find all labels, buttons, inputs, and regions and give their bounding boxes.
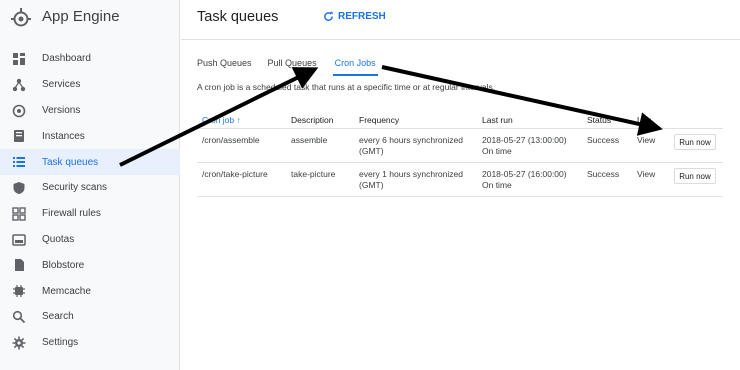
column-header-last-run: Last run — [482, 115, 513, 125]
sidebar-item-label: Instances — [42, 130, 85, 142]
column-header-description: Description — [291, 115, 334, 125]
sidebar-item-task-queues[interactable]: Task queues — [0, 149, 180, 175]
view-log-link[interactable]: View — [637, 135, 655, 146]
sidebar-item-memcache[interactable]: Memcache — [0, 278, 180, 304]
tab-push-queues[interactable]: Push Queues — [197, 58, 252, 76]
sidebar-item-label: Search — [42, 311, 74, 323]
task-queues-icon — [13, 157, 25, 168]
sidebar-item-quotas[interactable]: Quotas — [0, 227, 180, 253]
dashboard-icon — [13, 53, 25, 65]
page-title: Task queues — [197, 9, 279, 25]
sidebar-item-instances[interactable]: Instances — [0, 123, 180, 149]
sidebar-item-security-scans[interactable]: Security scans — [0, 175, 180, 201]
queue-tabs: Push Queues Pull Queues Cron Jobs — [197, 58, 394, 76]
versions-icon — [12, 104, 26, 117]
sidebar-item-firewall-rules[interactable]: Firewall rules — [0, 201, 180, 227]
sidebar-item-blobstore[interactable]: Blobstore — [0, 252, 180, 278]
sidebar-item-label: Quotas — [42, 233, 75, 245]
page-header: Task queues REFRESH — [181, 0, 740, 40]
tab-cron-jobs[interactable]: Cron Jobs — [332, 58, 378, 76]
cron-job-path: /cron/assemble — [202, 135, 260, 145]
sidebar-item-dashboard[interactable]: Dashboard — [0, 46, 180, 72]
sidebar-item-label: Services — [42, 79, 81, 91]
refresh-button[interactable]: REFRESH — [323, 11, 386, 22]
run-now-button[interactable]: Run now — [674, 134, 716, 150]
quotas-icon — [12, 233, 26, 246]
column-header-status: Status — [587, 115, 612, 125]
table-row: /cron/assemble assemble every 6 hours sy… — [197, 129, 723, 163]
refresh-label: REFRESH — [338, 11, 386, 22]
table-header-row: Cron job ↑ Description Frequency Last ru… — [197, 112, 723, 129]
cron-job-status: Success — [587, 135, 620, 145]
app-engine-logo-icon — [11, 8, 31, 27]
cron-job-status: Success — [587, 169, 620, 179]
column-header-log: Log — [637, 115, 652, 125]
cron-job-frequency: every 1 hours synchronized (GMT) — [359, 169, 463, 190]
sidebar-item-settings[interactable]: Settings — [0, 330, 180, 356]
cron-job-description: assemble — [291, 135, 328, 145]
view-log-link[interactable]: View — [637, 169, 655, 180]
sidebar-item-label: Dashboard — [42, 53, 91, 65]
cron-job-frequency: every 6 hours synchronized (GMT) — [359, 135, 463, 156]
gear-icon — [12, 336, 26, 350]
sidebar-item-label: Blobstore — [42, 259, 85, 271]
sidebar-item-label: Firewall rules — [42, 208, 101, 220]
sort-ascending-icon: ↑ — [236, 115, 241, 125]
sidebar-item-services[interactable]: Services — [0, 72, 180, 98]
blobstore-icon — [15, 259, 24, 272]
cron-job-path: /cron/take-picture — [202, 169, 268, 179]
sidebar-nav: Dashboard Services Versions Instances Ta… — [0, 46, 180, 356]
memcache-icon — [13, 285, 25, 298]
app-brand: App Engine — [0, 0, 180, 36]
refresh-icon — [324, 11, 333, 21]
cron-job-last-run: 2018-05-27 (13:00:00) On time — [482, 135, 567, 156]
sidebar-item-label: Settings — [42, 337, 79, 349]
table-row: /cron/take-picture take-picture every 1 … — [197, 163, 723, 197]
app-title: App Engine — [42, 8, 120, 25]
sidebar-item-label: Security scans — [42, 182, 108, 194]
instances-icon — [14, 130, 24, 143]
cron-job-last-run: 2018-05-27 (16:00:00) On time — [482, 169, 567, 190]
cron-job-description: take-picture — [291, 169, 336, 179]
cron-jobs-table: Cron job ↑ Description Frequency Last ru… — [197, 112, 723, 197]
cron-description: A cron job is a scheduled task that runs… — [197, 82, 496, 92]
column-header-frequency: Frequency — [359, 115, 400, 125]
sidebar-item-label: Memcache — [42, 285, 91, 297]
services-icon — [12, 78, 26, 91]
tab-pull-queues[interactable]: Pull Queues — [268, 58, 317, 76]
run-now-button[interactable]: Run now — [674, 168, 716, 184]
search-icon — [12, 310, 26, 324]
shield-icon — [13, 181, 25, 194]
sidebar-item-label: Versions — [42, 104, 81, 116]
column-header-cron-job[interactable]: Cron job ↑ — [202, 115, 241, 126]
sidebar: App Engine Dashboard Services Versions I… — [0, 0, 180, 370]
sidebar-item-versions[interactable]: Versions — [0, 98, 180, 124]
firewall-icon — [12, 207, 26, 221]
sidebar-item-label: Task queues — [42, 156, 99, 168]
sidebar-item-search[interactable]: Search — [0, 304, 180, 330]
